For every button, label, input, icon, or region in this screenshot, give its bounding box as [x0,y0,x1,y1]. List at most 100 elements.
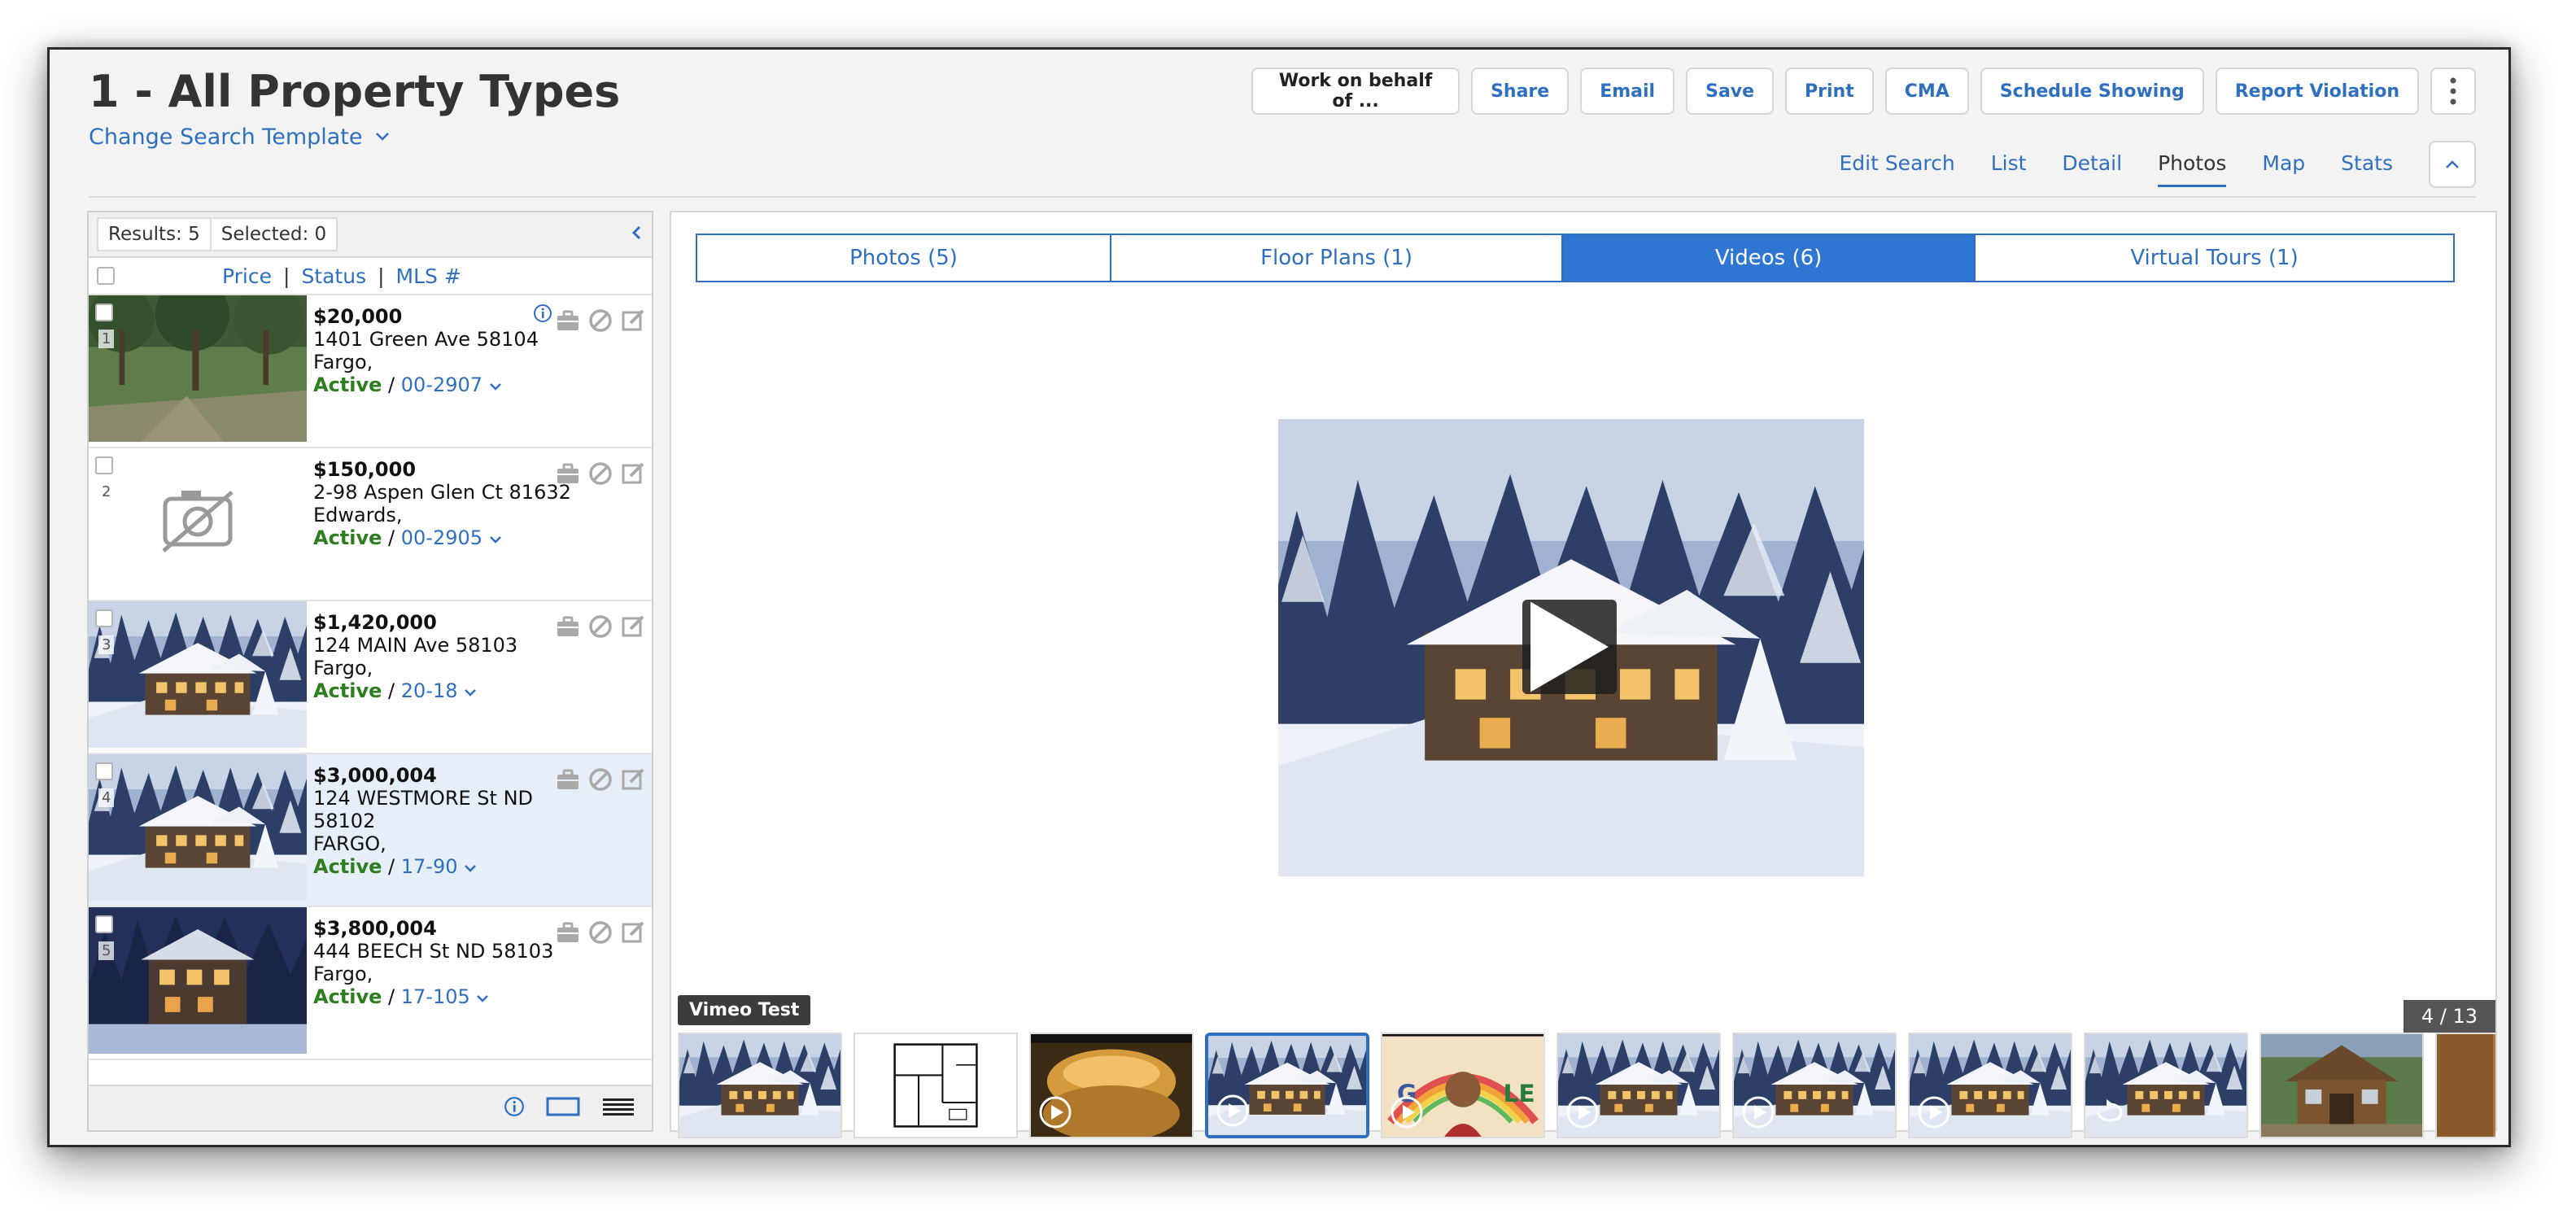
edit-note-icon[interactable] [621,767,645,792]
listing-price: $1,420,000 [313,611,437,634]
play-button[interactable] [1522,600,1617,694]
edit-note-icon[interactable] [621,461,645,486]
edit-note-icon[interactable] [621,920,645,945]
briefcase-icon[interactable] [556,920,580,945]
filmstrip-thumb[interactable] [1557,1033,1721,1138]
block-icon[interactable] [588,614,613,639]
kebab-menu-icon [2450,77,2456,105]
listing-checkbox[interactable] [95,762,113,780]
results-count: Results: 5 [97,217,212,251]
listing-row[interactable]: 2 $150,000 2-98 Aspen Glen Ct 81632 Edwa… [89,448,652,601]
edit-note-icon[interactable] [621,614,645,639]
filmstrip-thumb[interactable] [2435,1033,2495,1138]
listing-photo[interactable] [89,601,307,748]
work-on-behalf-button[interactable]: Work on behalf of ... [1251,68,1460,115]
listing-mls[interactable]: 17-90 [401,855,458,878]
listing-city: Fargo, [313,963,373,985]
info-icon[interactable] [504,1096,525,1120]
tab-photos-media[interactable]: Photos (5) [697,235,1112,281]
info-icon[interactable] [533,304,552,326]
listing-info: $150,000 2-98 Aspen Glen Ct 81632 Edward… [313,458,571,549]
block-icon[interactable] [588,308,613,333]
collapse-left-icon[interactable] [631,222,642,247]
sort-mls[interactable]: MLS # [396,264,461,288]
share-button[interactable]: Share [1471,68,1570,115]
block-icon[interactable] [588,767,613,792]
listing-mls[interactable]: 00-2905 [401,526,482,549]
change-template-link[interactable]: Change Search Template [89,124,391,150]
tab-virtual-tours[interactable]: Virtual Tours (1) [1976,235,2453,281]
play-icon [1530,601,1609,692]
save-button[interactable]: Save [1686,68,1775,115]
briefcase-icon[interactable] [556,308,580,333]
chevron-down-icon [374,127,391,147]
sort-price[interactable]: Price [222,264,272,288]
filmstrip-thumb[interactable] [1908,1033,2072,1138]
filmstrip-thumb[interactable] [1732,1033,1897,1138]
schedule-showing-button[interactable]: Schedule Showing [1980,68,2204,115]
tab-list[interactable]: List [1991,151,2027,187]
chevron-up-icon [2446,160,2459,168]
briefcase-icon[interactable] [556,614,580,639]
listing-photo[interactable] [89,907,307,1054]
print-button[interactable]: Print [1785,68,1874,115]
play-circle-icon [1037,1094,1073,1130]
filmstrip-thumb[interactable] [2259,1033,2424,1138]
briefcase-icon[interactable] [556,767,580,792]
chevron-down-icon[interactable] [464,688,477,697]
tab-map[interactable]: Map [2262,151,2305,187]
edit-note-icon[interactable] [621,308,645,333]
tab-stats[interactable]: Stats [2341,151,2393,187]
more-options-button[interactable] [2430,68,2476,115]
filmstrip-thumb[interactable] [678,1033,842,1138]
briefcase-icon[interactable] [556,461,580,486]
chevron-down-icon[interactable] [489,382,502,391]
listing-checkbox[interactable] [95,915,113,933]
listing-photo[interactable] [89,295,307,442]
status-separator: / [382,855,401,878]
listing-mls[interactable]: 17-105 [401,985,470,1008]
tab-floor-plans[interactable]: Floor Plans (1) [1111,235,1564,281]
sort-status[interactable]: Status [301,264,366,288]
listing-city: Fargo, [313,351,373,373]
listing-status: Active [313,526,382,549]
tab-edit-search[interactable]: Edit Search [1839,151,1954,187]
video-player[interactable] [1278,419,1864,876]
chevron-down-icon[interactable] [489,535,502,544]
sort-bar: Price | Status | MLS # [89,258,652,295]
select-all-checkbox[interactable] [97,267,115,285]
block-icon[interactable] [588,920,613,945]
chevron-down-icon[interactable] [464,863,477,873]
virtual-tour-icon [2092,1094,2128,1130]
listing-row[interactable]: 5 $3,800,004 444 BEECH St ND 58103 Fargo… [89,907,652,1060]
listing-row[interactable]: 4 $3,000,004 124 WESTMORE St ND 58102 FA… [89,754,652,907]
listing-mls[interactable]: 00-2907 [401,373,482,396]
filmstrip-thumb[interactable] [1381,1033,1545,1138]
block-icon[interactable] [588,461,613,486]
listing-row[interactable]: 3 $1,420,000 124 MAIN Ave 58103 Fargo, A… [89,601,652,754]
cma-button[interactable]: CMA [1884,68,1969,115]
chevron-down-icon[interactable] [476,993,489,1003]
filmstrip-thumb[interactable] [2084,1033,2248,1138]
listing-checkbox[interactable] [95,609,113,627]
listing-number: 5 [98,941,115,960]
tab-videos[interactable]: Videos (6) [1563,235,1976,281]
filmstrip-thumb-active[interactable] [1205,1033,1369,1138]
listing-row[interactable]: 1 $20,000 1401 Green Ave 58104 Fargo, Ac… [89,295,652,448]
listing-photo-placeholder[interactable] [89,448,307,595]
listing-checkbox[interactable] [95,456,113,474]
tab-photos[interactable]: Photos [2158,151,2227,187]
media-panel: Photos (5) Floor Plans (1) Videos (6) Vi… [670,211,2497,1138]
filmstrip-thumb[interactable] [1029,1033,1194,1138]
tab-detail[interactable]: Detail [2062,151,2122,187]
collapse-header-button[interactable] [2429,141,2476,188]
compact-view-icon[interactable] [601,1096,635,1120]
email-button[interactable]: Email [1580,68,1675,115]
listing-checkbox[interactable] [95,304,113,321]
card-view-icon[interactable] [546,1096,580,1120]
listing-photo[interactable] [89,754,307,901]
filmstrip-thumb[interactable] [854,1033,1018,1138]
listing-mls[interactable]: 20-18 [401,679,458,702]
listing-number: 1 [98,330,115,348]
report-violation-button[interactable]: Report Violation [2215,68,2419,115]
